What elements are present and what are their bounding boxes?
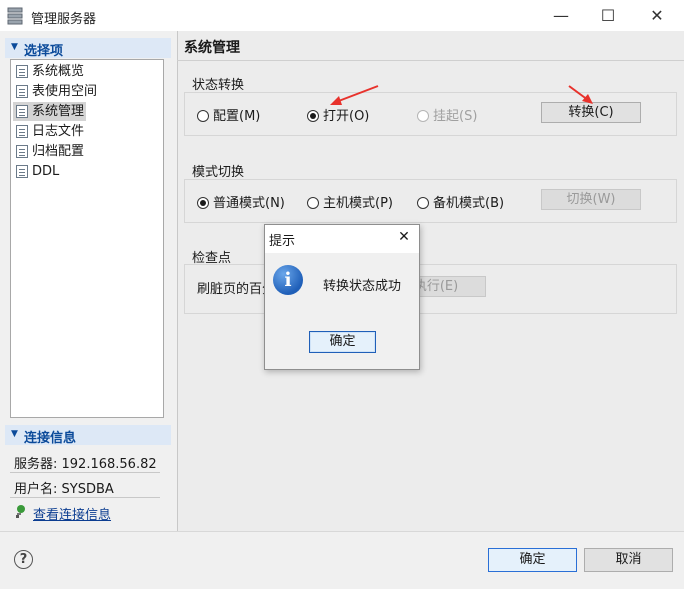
- page-icon: [16, 165, 28, 178]
- tree-item-log-files[interactable]: 日志文件: [13, 122, 86, 141]
- state-group-label: 状态转换: [192, 78, 245, 93]
- radio-suspend[interactable]: 挂起(S): [417, 105, 477, 124]
- tree-item-label: 日志文件: [32, 124, 85, 139]
- section-header-connection[interactable]: ▼ 连接信息: [5, 425, 171, 446]
- switch-button[interactable]: 切换(W): [541, 189, 641, 210]
- server-info: 服务器: 192.168.56.82: [14, 457, 157, 472]
- help-icon[interactable]: ?: [14, 550, 33, 569]
- radio-label: 备机模式(B): [433, 196, 505, 211]
- tree-item-label: DDL: [32, 164, 60, 179]
- window-title: 管理服务器: [31, 12, 97, 27]
- page-icon: [16, 65, 28, 78]
- radio-standby-mode[interactable]: 备机模式(B): [417, 192, 504, 211]
- cancel-button[interactable]: 取消: [584, 548, 673, 572]
- radio-label: 主机模式(P): [323, 196, 393, 211]
- info-icon: i: [273, 265, 303, 295]
- tree-item-label: 系统管理: [32, 104, 85, 119]
- radio-dot: [417, 197, 429, 209]
- tree-item-label: 表使用空间: [32, 84, 98, 99]
- tree-item-label: 系统概览: [32, 64, 85, 79]
- radio-dot: [417, 110, 429, 122]
- dialog-message: 转换状态成功: [323, 279, 402, 294]
- radio-primary-mode[interactable]: 主机模式(P): [307, 192, 393, 211]
- radio-label: 配置(M): [213, 109, 261, 124]
- section-title-options: 选择项: [24, 44, 64, 59]
- close-window-button[interactable]: ✕: [634, 0, 680, 31]
- radio-label: 挂起(S): [433, 109, 478, 124]
- divider: [10, 497, 160, 498]
- mode-group-label: 模式切换: [192, 165, 245, 180]
- page-icon: [16, 85, 28, 98]
- section-header-options[interactable]: ▼ 选择项: [5, 38, 171, 59]
- maximize-button[interactable]: ☐: [585, 0, 631, 31]
- collapse-triangle-icon: ▼: [11, 429, 18, 439]
- view-connection-info-link[interactable]: 查看连接信息: [33, 504, 111, 523]
- radio-dot-selected: [197, 197, 209, 209]
- divider: [10, 472, 160, 473]
- page-icon: [16, 105, 28, 118]
- page-icon: [16, 125, 28, 138]
- title-divider: [177, 60, 684, 61]
- collapse-triangle-icon: ▼: [11, 42, 18, 52]
- radio-config[interactable]: 配置(M): [197, 105, 260, 124]
- tree-item-tablespace[interactable]: 表使用空间: [13, 82, 99, 101]
- tree-item-system-management[interactable]: 系统管理: [13, 102, 87, 121]
- radio-label: 打开(O): [323, 109, 370, 124]
- tree-item-overview[interactable]: 系统概览: [13, 62, 86, 81]
- navigation-tree: 系统概览 表使用空间 系统管理 日志文件 归档配置 DDL: [10, 59, 164, 418]
- red-arrow-annotation: [568, 85, 593, 104]
- dialog-close-button[interactable]: ✕: [393, 226, 415, 248]
- section-title-connection: 连接信息: [24, 431, 77, 446]
- server-app-icon: [7, 7, 23, 25]
- connection-plug-icon: [14, 503, 30, 519]
- ok-button[interactable]: 确定: [488, 548, 577, 572]
- page-icon: [16, 145, 28, 158]
- radio-dot: [197, 110, 209, 122]
- radio-label: 普通模式(N): [213, 196, 285, 211]
- bottom-bar: [0, 531, 684, 589]
- tree-item-ddl[interactable]: DDL: [13, 162, 61, 181]
- dialog-ok-button[interactable]: 确定: [309, 331, 376, 353]
- checkpoint-group-label: 检查点: [192, 251, 232, 266]
- username-info: 用户名: SYSDBA: [14, 482, 114, 497]
- tree-item-archive-config[interactable]: 归档配置: [13, 142, 86, 161]
- minimize-button[interactable]: —: [538, 0, 584, 31]
- dialog-title: 提示: [269, 234, 296, 249]
- red-arrow-annotation: [330, 85, 379, 105]
- radio-dot: [307, 197, 319, 209]
- radio-dot-selected: [307, 110, 319, 122]
- radio-normal-mode[interactable]: 普通模式(N): [197, 192, 285, 211]
- page-title: 系统管理: [184, 40, 240, 56]
- tree-item-label: 归档配置: [32, 144, 85, 159]
